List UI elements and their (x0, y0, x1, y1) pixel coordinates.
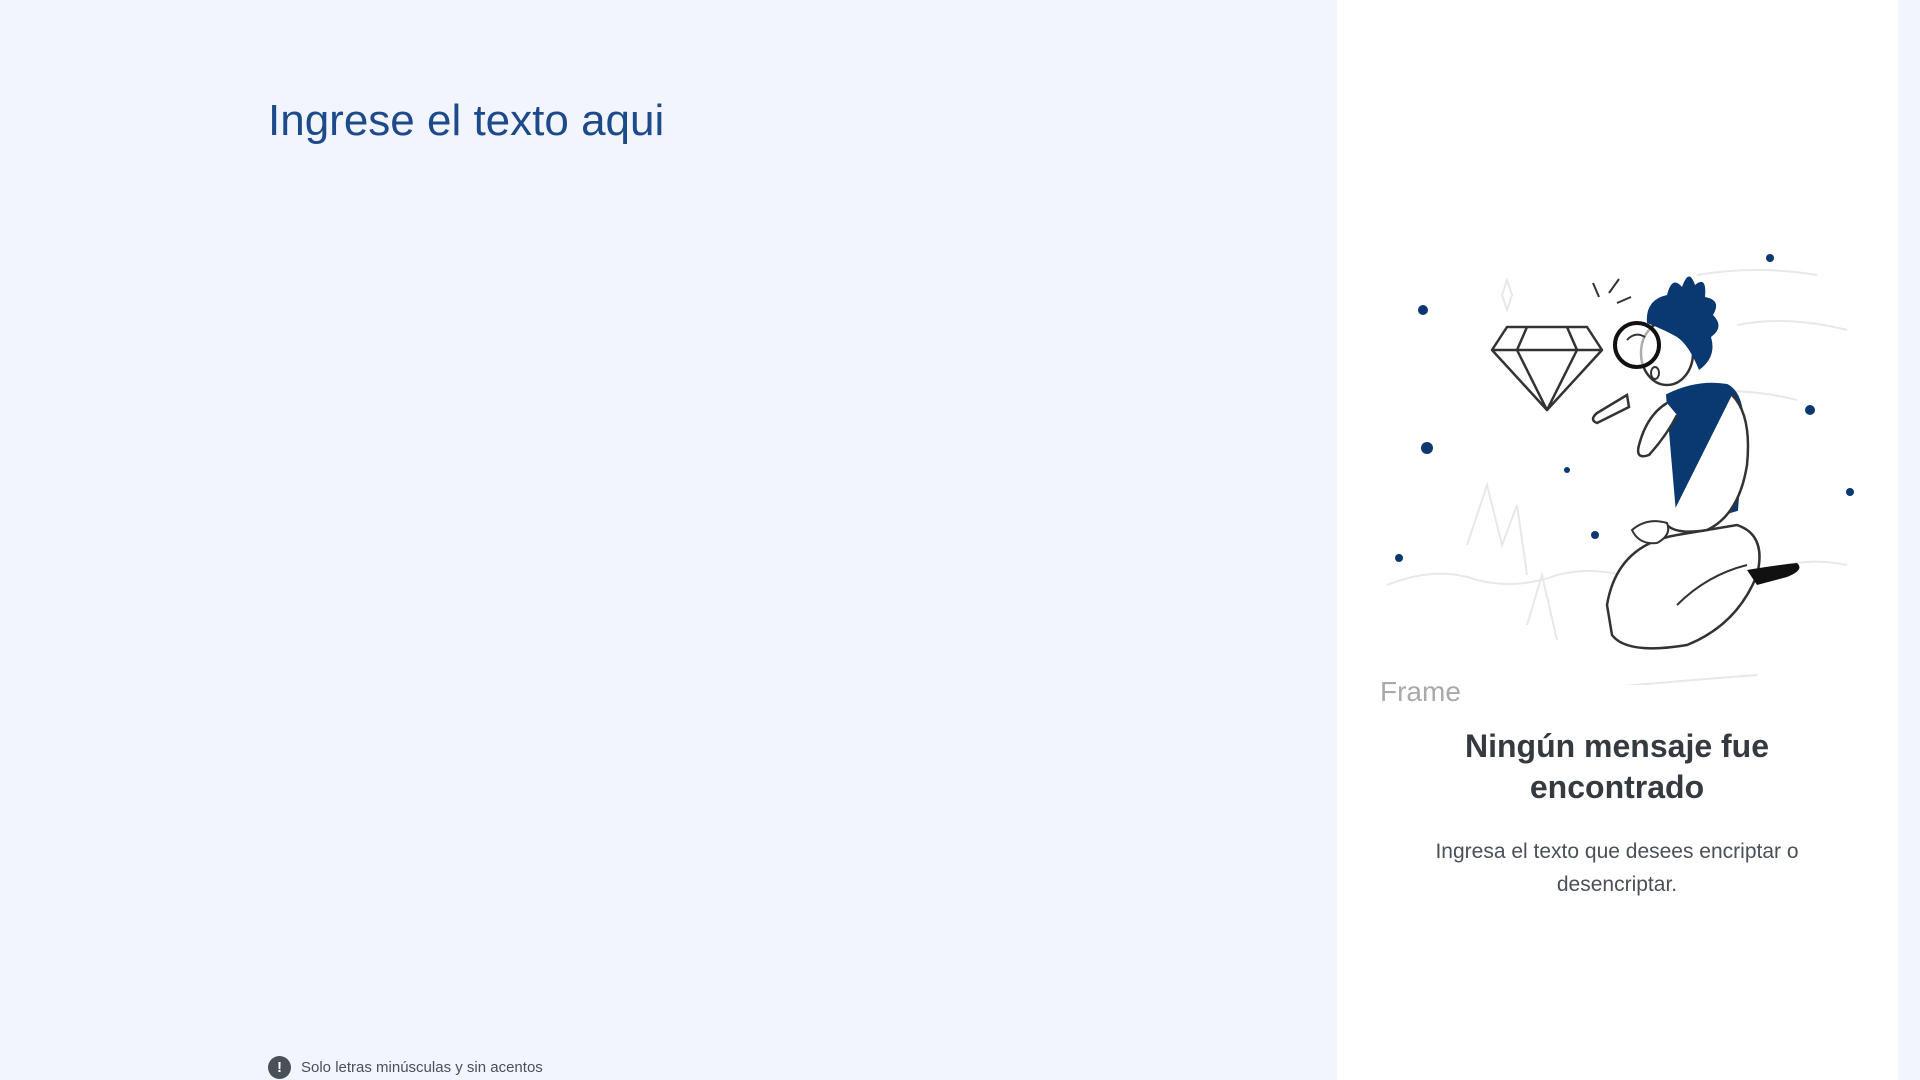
hint-text: Solo letras minúsculas y sin acentos (301, 1059, 543, 1076)
message-input[interactable] (268, 96, 1268, 996)
search-illustration (1386, 254, 1854, 685)
input-area: ! Solo letras minúsculas y sin acentos (0, 0, 1335, 1080)
empty-state-title: Ningún mensaje fue encontrado (1464, 728, 1770, 805)
info-circle-icon: ! (268, 1056, 291, 1079)
input-hint: ! Solo letras minúsculas y sin acentos (268, 1056, 543, 1079)
page-edge (1898, 0, 1920, 1080)
frame-label: Frame (1380, 676, 1461, 707)
output-panel: Frame Ningún mensaje fue encontrado Ingr… (1337, 0, 1898, 1080)
page: ! Solo letras minúsculas y sin acentos (0, 0, 1920, 1080)
empty-state-description: Ingresa el texto que desees encriptar o … (1435, 840, 1799, 896)
